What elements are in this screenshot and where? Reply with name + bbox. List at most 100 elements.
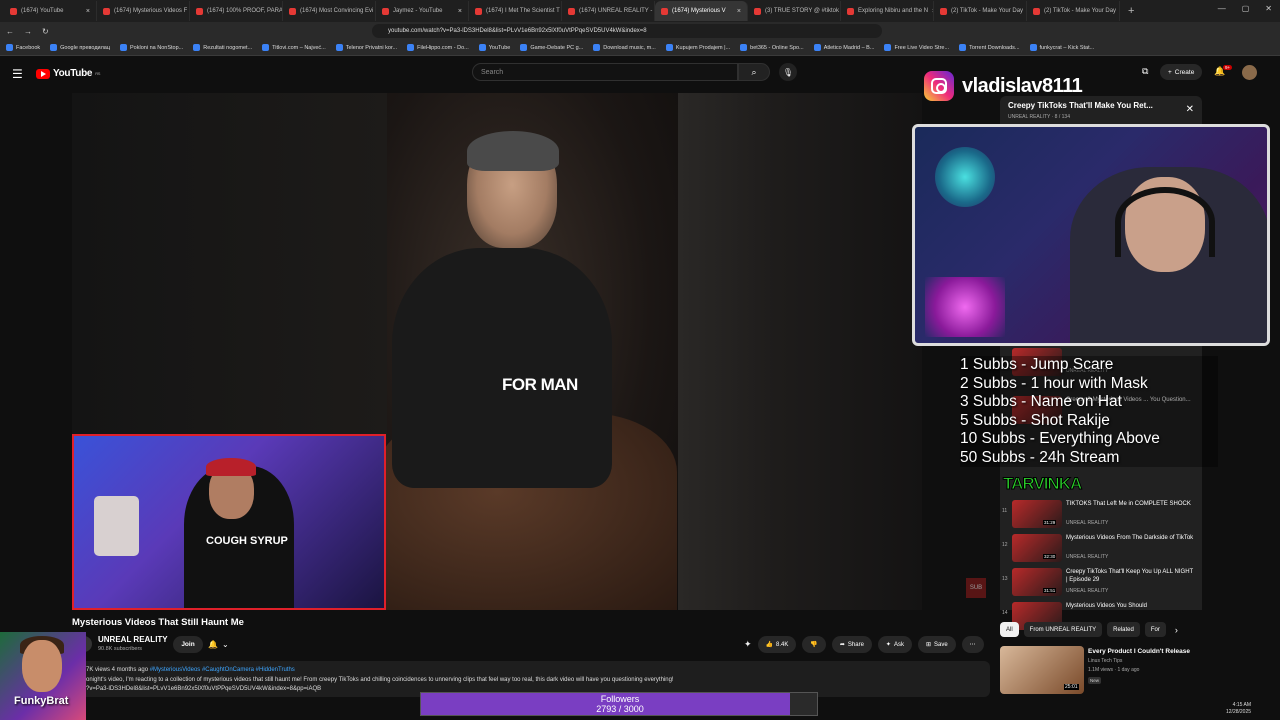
create-button[interactable]: + Create bbox=[1160, 64, 1203, 80]
playlist-item-number: 14 bbox=[1002, 610, 1008, 616]
new-tab-button[interactable]: + bbox=[1128, 5, 1134, 17]
search-icon: ⌕ bbox=[751, 66, 757, 77]
playlist-item-title[interactable]: Mysterious Videos You Should bbox=[1066, 603, 1196, 611]
tab-close-icon[interactable]: × bbox=[737, 8, 741, 15]
recommended-title[interactable]: Every Product I Couldn't Release bbox=[1088, 648, 1196, 655]
microphone-icon: 🎙 bbox=[782, 67, 794, 77]
bookmark-item[interactable]: Rezultati nogomet... bbox=[193, 44, 252, 51]
sub-goal-item: 3 Subbs - Name on Hat bbox=[960, 393, 1218, 412]
search-button[interactable]: ⌕ bbox=[738, 63, 770, 81]
browser-tab[interactable]: (1674) UNREAL REALITY - Y× bbox=[562, 1, 655, 21]
bookmark-item[interactable]: Google преводилац bbox=[50, 44, 110, 51]
bookmark-item[interactable]: YouTube bbox=[478, 44, 510, 51]
bookmark-favicon-icon bbox=[407, 44, 415, 51]
tab-label: Exploring Nibiru and the N bbox=[858, 8, 929, 14]
bookmark-item[interactable]: Free Live Video Stre... bbox=[884, 44, 949, 51]
bookmark-item[interactable]: Kupujem Prodajem |... bbox=[665, 44, 730, 51]
filter-chip[interactable]: Related bbox=[1107, 622, 1140, 637]
thumbs-up-icon: 👍 bbox=[765, 642, 774, 648]
followers-label: Followers bbox=[600, 694, 640, 704]
search-input[interactable]: Search bbox=[472, 63, 738, 81]
account-avatar[interactable] bbox=[1242, 65, 1257, 80]
bookmark-item[interactable]: Game-Debate PC g... bbox=[520, 44, 583, 51]
close-icon[interactable]: ✕ bbox=[1265, 4, 1272, 13]
tab-label: (1674) 100% PROOF, PARA bbox=[207, 8, 283, 14]
bookmark-favicon-icon bbox=[262, 44, 270, 51]
desc-hashtags[interactable]: #MysteriousVideos #CaughtOnCamera #Hidde… bbox=[150, 667, 295, 673]
save-button[interactable]: ⊞ Save bbox=[917, 636, 956, 653]
browser-tab[interactable]: (1674) YouTube × bbox=[4, 1, 97, 21]
filter-chip[interactable]: From UNREAL REALITY bbox=[1023, 622, 1103, 637]
browser-tab[interactable]: Jaymez - YouTube × bbox=[376, 1, 469, 21]
sparkle-icon[interactable]: ✦ bbox=[744, 639, 752, 650]
browser-tab[interactable]: (1674) I Met The Scientist T× bbox=[469, 1, 562, 21]
bookmark-item[interactable]: FileHippo.com - Do... bbox=[407, 44, 469, 51]
followers-goal-bar: Followers 2793 / 3000 bbox=[420, 692, 818, 716]
browser-tab[interactable]: (3) TRUE STORY @ #tiktok× bbox=[748, 1, 841, 21]
cast-icon[interactable]: ⧉ bbox=[1142, 66, 1148, 77]
bookmark-icon: ⊞ bbox=[925, 642, 931, 648]
hamburger-menu-icon[interactable]: ☰ bbox=[12, 67, 23, 81]
headset bbox=[1115, 187, 1215, 257]
browser-tab[interactable]: Exploring Nibiru and the N× bbox=[841, 1, 934, 21]
browser-tab[interactable]: (1674) 100% PROOF, PARA× bbox=[190, 1, 283, 21]
more-actions-button[interactable]: ⋯ bbox=[961, 636, 984, 653]
sub-goal-item: 2 Subbs - 1 hour with Mask bbox=[960, 374, 1218, 393]
close-icon[interactable]: ✕ bbox=[1186, 104, 1194, 115]
chevron-down-icon: ⌄ bbox=[221, 640, 229, 649]
bookmark-item[interactable]: Torrent Downloads... bbox=[959, 44, 1020, 51]
join-button[interactable]: Join bbox=[173, 636, 203, 653]
back-icon[interactable]: ← bbox=[6, 27, 14, 36]
followers-count: 2793 / 3000 bbox=[596, 704, 644, 714]
playlist-item-duration: 31:51 bbox=[1043, 588, 1057, 593]
youtube-logo[interactable]: YouTube RS bbox=[36, 68, 100, 79]
filter-chip[interactable]: For bbox=[1144, 622, 1166, 637]
voice-search-button[interactable]: 🎙 bbox=[779, 63, 797, 81]
maximize-icon[interactable]: ▢ bbox=[1242, 4, 1250, 13]
dislike-button[interactable]: 👎 bbox=[802, 636, 826, 653]
tab-close-icon[interactable]: × bbox=[458, 8, 462, 15]
bookmark-item[interactable]: Telenor Privatni kor... bbox=[335, 44, 397, 51]
playlist-item-title[interactable]: Creepy TikToks That'll Keep You Up ALL N… bbox=[1066, 569, 1196, 585]
browser-tab[interactable]: (2) TikTok - Make Your Day× bbox=[934, 1, 1027, 21]
playlist-item-title[interactable]: Mysterious Videos From The Darkside of T… bbox=[1066, 535, 1196, 543]
subscribed-bell-button[interactable]: 🔔 ⌄ bbox=[208, 636, 240, 653]
forward-icon[interactable]: → bbox=[24, 27, 32, 36]
ask-button[interactable]: ✦ Ask bbox=[877, 636, 912, 653]
playlist-title[interactable]: Creepy TikToks That'll Make You Ret... bbox=[1008, 101, 1153, 110]
url-field[interactable]: youtube.com/watch?v=Pa3-lDS3HDel8&list=P… bbox=[372, 24, 882, 38]
recommended-video[interactable]: 25:01 Every Product I Couldn't Release L… bbox=[1000, 646, 1200, 694]
bookmark-item[interactable]: funkycrat – Kick Stat... bbox=[1029, 44, 1094, 51]
playlist-item[interactable]: 13 31:51 Creepy TikToks That'll Keep You U… bbox=[1000, 566, 1202, 600]
bookmark-item[interactable]: Facebook bbox=[6, 44, 40, 51]
recommended-channel[interactable]: Linus Tech Tips bbox=[1088, 658, 1122, 664]
minimize-icon[interactable]: — bbox=[1218, 4, 1226, 13]
reload-icon[interactable]: ↻ bbox=[42, 27, 49, 36]
tab-close-icon[interactable]: × bbox=[86, 8, 90, 15]
sub-goal-item: 50 Subbs - 24h Stream bbox=[960, 448, 1218, 467]
tab-favicon-icon bbox=[661, 7, 668, 15]
bookmark-item[interactable]: Titlovi.com – Najveć... bbox=[262, 44, 326, 51]
browser-tab[interactable]: (1674) Mysterious V × bbox=[655, 1, 748, 21]
channel-name[interactable]: UNREAL REALITY bbox=[98, 635, 168, 644]
bell-icon: 🔔 bbox=[208, 640, 218, 649]
filter-chip[interactable]: All bbox=[1000, 622, 1019, 637]
subscribe-watermark[interactable]: SUB bbox=[966, 578, 986, 598]
sub-goal-item: 1 Subbs - Jump Scare bbox=[960, 356, 1218, 375]
bookmark-item[interactable]: Download music, m... bbox=[593, 44, 656, 51]
bookmark-item[interactable]: Pokloni na NonStop... bbox=[120, 44, 183, 51]
chevron-right-icon[interactable]: › bbox=[1175, 625, 1178, 635]
share-button[interactable]: ➦ Share bbox=[831, 636, 872, 653]
recommendation-chips: All From UNREAL REALITY Related For › bbox=[1000, 622, 1178, 637]
browser-tab[interactable]: (2) TikTok - Make Your Day× bbox=[1027, 1, 1120, 21]
bookmark-item[interactable]: Atletico Madrid – B... bbox=[813, 44, 874, 51]
like-button[interactable]: 👍 8.4K bbox=[757, 636, 797, 653]
browser-tab[interactable]: (1674) Mysterious Videos F× bbox=[97, 1, 190, 21]
desc-stats: 7K views 4 months ago bbox=[86, 667, 149, 673]
bookmark-item[interactable]: bet365 - Online Spo... bbox=[740, 44, 804, 51]
bookmark-favicon-icon bbox=[884, 44, 892, 51]
tab-label: (2) TikTok - Make Your Day bbox=[951, 8, 1024, 14]
browser-tab[interactable]: (1674) Most Convincing Evi× bbox=[283, 1, 376, 21]
playlist-item[interactable]: 12 32:30 Mysterious Videos From The Darksi… bbox=[1000, 532, 1202, 566]
bookmark-favicon-icon bbox=[335, 44, 343, 51]
